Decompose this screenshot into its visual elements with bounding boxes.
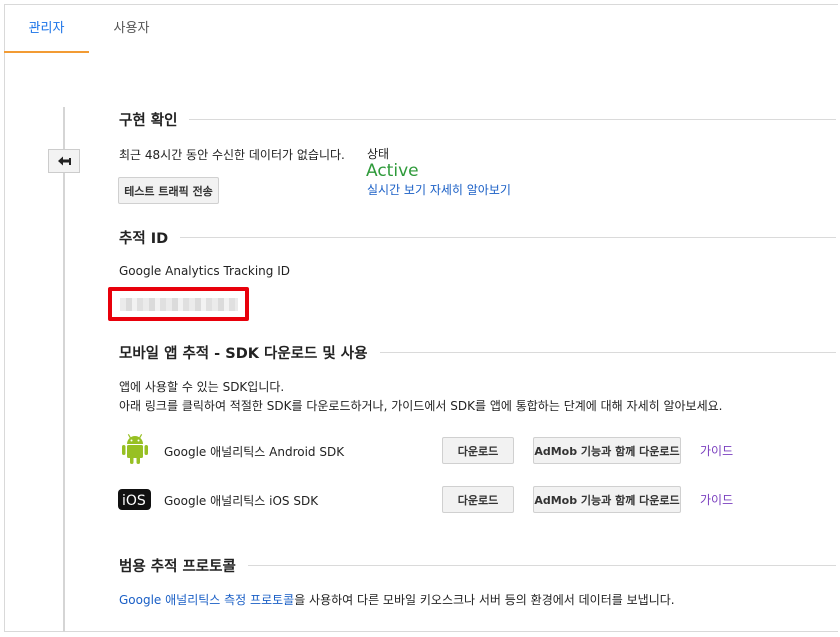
android-icon bbox=[122, 434, 148, 464]
section-divider bbox=[119, 119, 836, 120]
back-arrow-icon bbox=[58, 156, 71, 166]
android-guide-link[interactable]: 가이드 bbox=[700, 442, 733, 459]
android-sdk-name: Google 애널리틱스 Android SDK bbox=[164, 445, 345, 459]
ios-logo-glyph: iOS bbox=[122, 493, 146, 507]
android-admob-download-button[interactable]: AdMob 기능과 함께 다운로드 bbox=[533, 437, 681, 464]
send-test-traffic-button[interactable]: 테스트 트래픽 전송 bbox=[118, 177, 219, 204]
status-label: 상태 bbox=[367, 147, 390, 161]
back-button[interactable] bbox=[48, 149, 80, 173]
tab-admin[interactable]: 관리자 bbox=[4, 4, 89, 53]
timeline-line bbox=[63, 107, 65, 632]
no-data-text: 최근 48시간 동안 수신한 데이터가 없습니다. bbox=[119, 148, 345, 162]
section-title-implementation: 구현 확인 bbox=[119, 109, 190, 130]
protocol-description-text: 을 사용하여 다른 모바일 키오스크나 서버 등의 환경에서 데이터를 보냅니다… bbox=[294, 593, 675, 607]
blurred-id-value bbox=[120, 298, 238, 311]
redacted-tracking-id bbox=[108, 287, 249, 321]
section-title-tracking-id: 추적 ID bbox=[119, 227, 181, 248]
sdk-description-line1: 앱에 사용할 수 있는 SDK입니다. bbox=[119, 380, 285, 394]
ios-sdk-name: Google 애널리틱스 iOS SDK bbox=[164, 494, 319, 508]
ios-guide-link[interactable]: 가이드 bbox=[700, 491, 733, 508]
tracking-id-label: Google Analytics Tracking ID bbox=[119, 264, 290, 278]
section-title-protocol: 범용 추적 프로토콜 bbox=[119, 555, 248, 576]
section-divider bbox=[119, 237, 836, 238]
tab-user[interactable]: 사용자 bbox=[89, 4, 174, 53]
tab-bar: 관리자 사용자 bbox=[4, 4, 838, 53]
ios-admob-download-button[interactable]: AdMob 기능과 함께 다운로드 bbox=[533, 486, 681, 513]
ios-icon: iOS bbox=[118, 489, 151, 510]
status-value: Active bbox=[366, 161, 419, 181]
sdk-description-line2: 아래 링크를 클릭하여 적절한 SDK를 다운로드하거나, 가이드에서 SDK를… bbox=[119, 399, 723, 413]
protocol-description: Google 애널리틱스 측정 프로토콜을 사용하여 다른 모바일 키오스크나 … bbox=[119, 591, 675, 608]
realtime-learn-more-link[interactable]: 실시간 보기 자세히 알아보기 bbox=[367, 181, 511, 198]
android-download-button[interactable]: 다운로드 bbox=[442, 437, 514, 464]
section-title-mobile-sdk: 모바일 앱 추적 - SDK 다운로드 및 사용 bbox=[119, 342, 380, 363]
svg-text:iOS: iOS bbox=[122, 493, 146, 507]
measurement-protocol-link[interactable]: Google 애널리틱스 측정 프로토콜 bbox=[119, 593, 294, 607]
ios-download-button[interactable]: 다운로드 bbox=[442, 486, 514, 513]
